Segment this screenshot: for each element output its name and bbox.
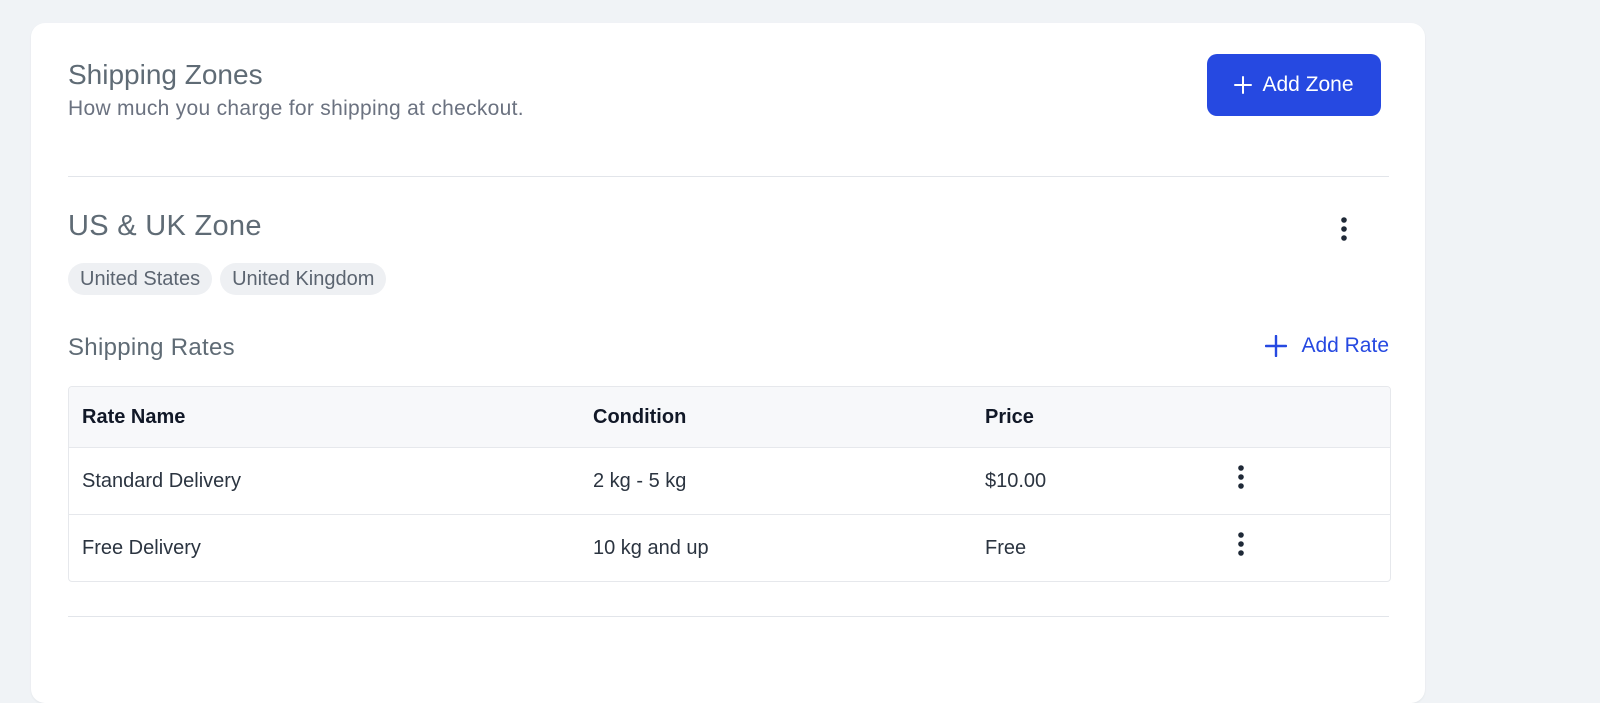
rate-condition-cell: 2 kg - 5 kg — [593, 469, 687, 492]
table-header-row: Rate Name Condition Price — [69, 387, 1390, 447]
column-header-price: Price — [985, 405, 1034, 428]
more-vertical-icon — [1238, 532, 1244, 556]
column-header-rate-name: Rate Name — [82, 405, 186, 428]
zone-country-chips: United States United Kingdom — [68, 263, 387, 295]
table-row: Standard Delivery 2 kg - 5 kg $10.00 — [69, 447, 1390, 514]
zone-name: US & UK Zone — [68, 210, 262, 242]
add-rate-label: Add Rate — [1301, 334, 1389, 357]
rate-condition-cell: 10 kg and up — [593, 536, 709, 559]
card-header: Shipping Zones How much you charge for s… — [68, 54, 1389, 123]
country-chip: United Kingdom — [220, 263, 387, 295]
divider — [68, 176, 1389, 177]
shipping-zones-card: Shipping Zones How much you charge for s… — [31, 23, 1425, 703]
page-subtitle: How much you charge for shipping at chec… — [68, 97, 524, 120]
rate-name-cell: Free Delivery — [82, 536, 201, 559]
divider — [68, 616, 1389, 617]
plus-icon — [1234, 76, 1253, 94]
plus-icon — [1265, 335, 1288, 357]
more-vertical-icon — [1341, 217, 1347, 241]
shipping-rates-title: Shipping Rates — [68, 334, 235, 361]
add-zone-label: Add Zone — [1262, 73, 1354, 96]
shipping-rates-table: Rate Name Condition Price Standard Deliv… — [68, 386, 1391, 582]
rate-price-cell: Free — [985, 536, 1027, 559]
table-row: Free Delivery 10 kg and up Free — [69, 514, 1390, 581]
rate-price-cell: $10.00 — [985, 469, 1047, 492]
row-more-options-button[interactable] — [1229, 511, 1253, 577]
more-vertical-icon — [1238, 465, 1244, 489]
rate-name-cell: Standard Delivery — [82, 469, 241, 492]
add-zone-button[interactable]: Add Zone — [1207, 54, 1381, 116]
zone-more-options-button[interactable] — [1332, 212, 1356, 246]
country-chip: United States — [68, 263, 213, 295]
page-title: Shipping Zones — [68, 59, 263, 90]
row-more-options-button[interactable] — [1229, 444, 1253, 510]
add-rate-button[interactable]: Add Rate — [1265, 334, 1389, 358]
column-header-condition: Condition — [593, 405, 687, 428]
